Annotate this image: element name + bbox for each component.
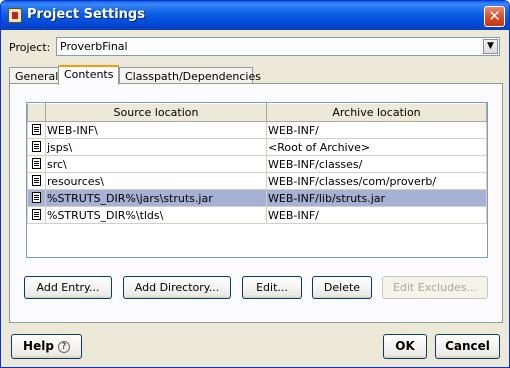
edit-excludes-button[interactable]: Edit Excludes... bbox=[382, 276, 488, 299]
tab-contents[interactable]: Contents bbox=[58, 65, 119, 85]
cancel-button[interactable]: Cancel bbox=[435, 334, 500, 359]
project-label: Project: bbox=[9, 41, 51, 54]
document-icon bbox=[32, 141, 41, 152]
row-icon-cell bbox=[27, 138, 46, 156]
source-cell[interactable]: %STRUTS_DIR%\tlds\ bbox=[45, 206, 267, 224]
add-directory-button[interactable]: Add Directory... bbox=[123, 276, 231, 299]
archive-cell[interactable]: WEB-INF/lib/struts.jar bbox=[266, 189, 487, 207]
source-cell[interactable]: src\ bbox=[45, 155, 267, 173]
tab-general[interactable]: General bbox=[9, 67, 59, 84]
source-cell[interactable]: WEB-INF\ bbox=[45, 121, 267, 139]
row-icon-cell bbox=[27, 189, 46, 207]
table-row[interactable]: src\ WEB-INF/classes/ bbox=[27, 155, 487, 173]
tab-classpath-dependencies[interactable]: Classpath/Dependencies bbox=[119, 67, 261, 84]
edit-button[interactable]: Edit... bbox=[242, 276, 302, 299]
help-button[interactable]: Help? bbox=[11, 334, 82, 359]
source-cell[interactable]: resources\ bbox=[45, 172, 267, 190]
project-select[interactable]: ProverbFinal ▼ bbox=[56, 37, 500, 56]
table-row-selected[interactable]: %STRUTS_DIR%\jars\struts.jar WEB-INF/lib… bbox=[27, 189, 487, 207]
document-icon bbox=[32, 209, 41, 220]
table-row[interactable]: jsps\ <Root of Archive> bbox=[27, 138, 487, 156]
help-label: Help bbox=[23, 339, 54, 353]
title-bar[interactable]: Project Settings ✕ bbox=[1, 1, 509, 30]
project-settings-dialog: Project Settings ✕ Project: ProverbFinal… bbox=[0, 0, 510, 368]
row-icon-cell bbox=[27, 206, 46, 224]
table-row[interactable]: resources\ WEB-INF/classes/com/proverb/ bbox=[27, 172, 487, 190]
row-icon-cell bbox=[27, 121, 46, 139]
table-row[interactable]: %STRUTS_DIR%\tlds\ WEB-INF/ bbox=[27, 206, 487, 224]
window-title: Project Settings bbox=[27, 7, 145, 22]
ok-button[interactable]: OK bbox=[383, 334, 427, 359]
column-header-source[interactable]: Source location bbox=[45, 103, 267, 122]
document-icon bbox=[32, 124, 41, 135]
archive-cell[interactable]: <Root of Archive> bbox=[266, 138, 487, 156]
table-header-row: Source location Archive location bbox=[27, 103, 487, 122]
archive-cell[interactable]: WEB-INF/ bbox=[266, 206, 487, 224]
project-select-value: ProverbFinal bbox=[60, 40, 128, 53]
delete-button[interactable]: Delete bbox=[312, 276, 372, 299]
column-header-icon bbox=[27, 103, 46, 122]
add-entry-button[interactable]: Add Entry... bbox=[24, 276, 112, 299]
row-icon-cell bbox=[27, 172, 46, 190]
archive-cell[interactable]: WEB-INF/classes/ bbox=[266, 155, 487, 173]
archive-cell[interactable]: WEB-INF/classes/com/proverb/ bbox=[266, 172, 487, 190]
document-icon bbox=[32, 158, 41, 169]
archive-cell[interactable]: WEB-INF/ bbox=[266, 121, 487, 139]
column-header-archive[interactable]: Archive location bbox=[266, 103, 487, 122]
chevron-down-icon[interactable]: ▼ bbox=[483, 39, 498, 54]
app-icon bbox=[8, 8, 22, 23]
source-cell[interactable]: jsps\ bbox=[45, 138, 267, 156]
close-icon: ✕ bbox=[488, 7, 501, 25]
contents-panel: Source location Archive location WEB-INF… bbox=[9, 83, 503, 323]
row-icon-cell bbox=[27, 155, 46, 173]
close-button[interactable]: ✕ bbox=[484, 6, 505, 27]
document-icon bbox=[32, 192, 41, 203]
table-row[interactable]: WEB-INF\ WEB-INF/ bbox=[27, 121, 487, 139]
help-icon: ? bbox=[57, 341, 70, 353]
document-icon bbox=[32, 175, 41, 186]
source-cell[interactable]: %STRUTS_DIR%\jars\struts.jar bbox=[45, 189, 267, 207]
contents-table[interactable]: Source location Archive location WEB-INF… bbox=[26, 102, 488, 258]
